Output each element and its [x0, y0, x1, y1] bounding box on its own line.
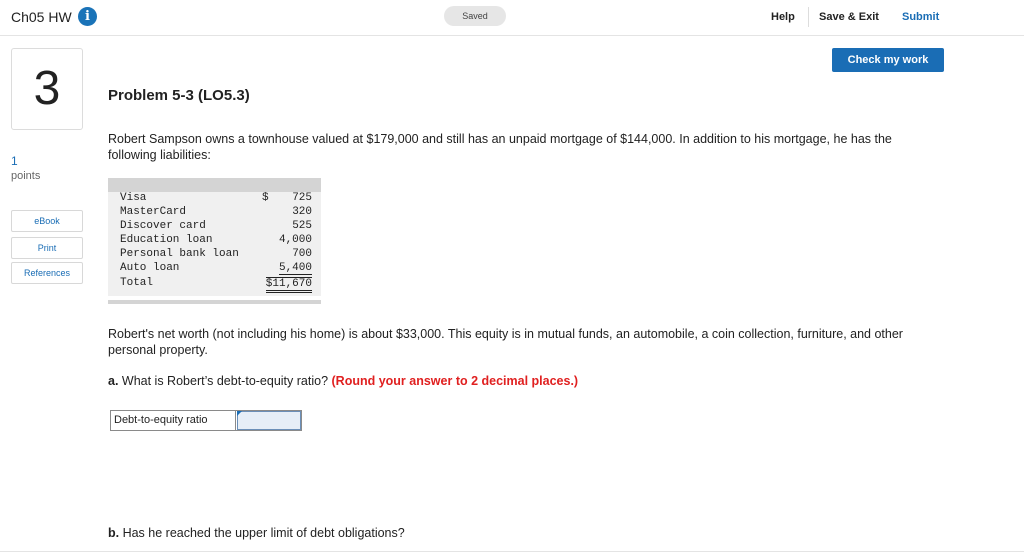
- currency-symbol: $: [262, 192, 269, 204]
- question-a: a. What is Robert’s debt-to-equity ratio…: [108, 374, 578, 388]
- total-label: Total: [120, 277, 154, 289]
- liabilities-table: Visa $ 725 MasterCard 320 Discover card …: [108, 178, 321, 304]
- answer-row: Debt-to-equity ratio: [110, 410, 302, 431]
- info-icon[interactable]: i: [78, 7, 97, 26]
- top-bar: Ch05 HW i Saved Help Save & Exit Submit: [0, 0, 1024, 36]
- liability-name: MasterCard: [120, 206, 187, 218]
- question-b-text: Has he reached the upper limit of debt o…: [119, 526, 405, 540]
- table-header-bar: [108, 178, 321, 192]
- question-a-text: What is Robert’s debt-to-equity ratio?: [118, 374, 332, 388]
- liability-name: Auto loan: [120, 262, 180, 274]
- liability-amount: 320: [292, 206, 312, 218]
- help-link[interactable]: Help: [771, 11, 795, 23]
- question-b: b. Has he reached the upper limit of deb…: [108, 526, 405, 540]
- divider: [808, 7, 809, 27]
- submit-link[interactable]: Submit: [902, 11, 939, 23]
- liability-name: Personal bank loan: [120, 248, 239, 260]
- references-button[interactable]: References: [11, 262, 83, 284]
- points-value: 1: [11, 154, 18, 168]
- total-amount: $11,670: [265, 277, 312, 293]
- question-a-letter: a.: [108, 374, 119, 388]
- print-button[interactable]: Print: [11, 237, 83, 259]
- liability-amount: 5,400: [278, 262, 312, 275]
- question-b-letter: b.: [108, 526, 120, 540]
- liability-name: Visa: [120, 192, 147, 204]
- save-exit-link[interactable]: Save & Exit: [819, 11, 879, 23]
- table-total-row: Total $11,670: [108, 277, 321, 293]
- ebook-button[interactable]: eBook: [11, 210, 83, 232]
- liability-amount: 4,000: [278, 234, 312, 246]
- net-worth-paragraph: Robert's net worth (not including his ho…: [108, 327, 903, 357]
- table-row: MasterCard 320: [108, 206, 321, 220]
- table-row: Auto loan 5,400: [108, 262, 321, 276]
- question-number: 3: [11, 48, 83, 130]
- rounding-instruction: (Round your answer to 2 decimal places.): [331, 374, 579, 388]
- table-row: Personal bank loan 700: [108, 248, 321, 262]
- check-my-work-button[interactable]: Check my work: [832, 48, 944, 72]
- liability-amount: 700: [292, 248, 312, 260]
- liability-name: Discover card: [120, 220, 206, 232]
- problem-title: Problem 5-3 (LO5.3): [108, 87, 250, 104]
- debt-to-equity-input[interactable]: [237, 411, 301, 430]
- table-row: Discover card 525: [108, 220, 321, 234]
- liability-amount: 725: [292, 192, 312, 204]
- assignment-title: Ch05 HW: [11, 9, 72, 25]
- liability-amount: 525: [292, 220, 312, 232]
- table-row: Education loan 4,000: [108, 234, 321, 248]
- problem-intro: Robert Sampson owns a townhouse valued a…: [108, 132, 892, 162]
- answer-label: Debt-to-equity ratio: [111, 411, 236, 430]
- divider: [0, 551, 1024, 552]
- table-row: Visa $ 725: [108, 192, 321, 206]
- saved-status-badge: Saved: [444, 6, 506, 26]
- table-footer-bar: [108, 300, 321, 304]
- input-flag-icon: [237, 411, 242, 416]
- points-label: points: [11, 170, 41, 182]
- liability-name: Education loan: [120, 234, 213, 246]
